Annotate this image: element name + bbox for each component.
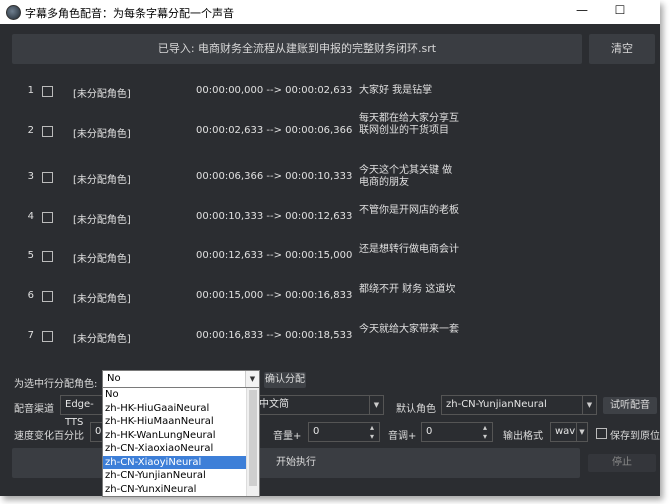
channel-label: 配音渠道 — [14, 404, 54, 415]
minimize-button[interactable]: — — [572, 3, 592, 19]
maximize-button[interactable]: ☐ — [610, 3, 630, 19]
confirm-assign-button[interactable]: 确认分配 — [264, 372, 306, 388]
row-time: 00:00:16,833 --> 00:00:18,533 — [196, 330, 353, 341]
language-value: 中文简 — [259, 399, 289, 410]
row-time: 00:00:06,366 --> 00:00:10,333 — [196, 171, 353, 182]
default-role-select[interactable]: zh-CN-YunjianNeural ▼ — [441, 395, 597, 415]
chevron-down-icon[interactable]: ▼ — [369, 396, 383, 414]
subtitle-list: 1 [未分配角色] 00:00:00,000 --> 00:00:02,633 … — [0, 70, 660, 364]
stop-button[interactable]: 停止 — [588, 454, 656, 472]
save-in-place-label: 保存到原位 — [610, 431, 660, 442]
window-title: 字幕多角色配音：为每条字幕分配一个声音 — [25, 7, 234, 20]
app-window: 字幕多角色配音：为每条字幕分配一个声音 — ☐ 已导入: 电商财务全流程从建账到… — [0, 0, 660, 497]
row-role: [未分配角色] — [73, 334, 131, 345]
row-number: 6 — [27, 290, 34, 301]
row-number: 2 — [27, 125, 34, 136]
row-role: [未分配角色] — [73, 89, 131, 100]
row-checkbox[interactable] — [42, 212, 53, 223]
format-label: 输出格式 — [503, 431, 543, 442]
clear-button[interactable]: 清空 — [589, 34, 655, 64]
row-checkbox[interactable] — [42, 331, 53, 342]
row-checkbox[interactable] — [42, 126, 53, 137]
pitch-label: 音调+ — [388, 431, 417, 442]
dropdown-option-selected[interactable]: zh-CN-XiaoyiNeural — [103, 455, 248, 469]
language-select[interactable]: 中文简 ▼ — [254, 395, 384, 415]
role-dropdown-list: No zh-HK-HiuGaaiNeural zh-HK-HiuMaanNeur… — [102, 387, 260, 497]
stepper-icon[interactable]: ▴ ▾ — [478, 423, 492, 441]
row-number: 4 — [27, 211, 34, 222]
row-time: 00:00:02,633 --> 00:00:06,366 — [196, 125, 353, 136]
row-number: 3 — [27, 171, 34, 182]
dropdown-option[interactable]: zh-HK-WanLungNeural — [103, 429, 248, 443]
row-text: 都绕不开 财务 这道坎 — [359, 284, 456, 295]
start-button[interactable]: 开始执行 — [12, 448, 580, 478]
dropdown-option[interactable]: zh-HK-HiuMaanNeural — [103, 415, 248, 429]
row-text: 今天就给大家带来一套 — [359, 324, 459, 335]
title-bar: 字幕多角色配音：为每条字幕分配一个声音 — ☐ — [0, 0, 660, 24]
row-role: [未分配角色] — [73, 294, 131, 305]
row-checkbox[interactable] — [42, 86, 53, 97]
app-logo-icon — [6, 5, 21, 20]
speed-label: 速度变化百分比 — [14, 431, 84, 442]
chevron-down-icon[interactable]: ▼ — [245, 371, 259, 387]
row-text: 还是想转行做电商会计 — [359, 244, 459, 255]
dropdown-scrollbar[interactable] — [246, 388, 259, 496]
row-time: 00:00:00,000 --> 00:00:02,633 — [196, 85, 353, 96]
volume-label: 音量+ — [273, 431, 302, 442]
row-text: 大家好 我是钻掌 — [359, 85, 433, 96]
row-number: 1 — [27, 85, 34, 96]
row-checkbox[interactable] — [42, 172, 53, 183]
row-number: 5 — [27, 250, 34, 261]
row-number: 7 — [27, 330, 34, 341]
format-value: wav — [555, 426, 576, 437]
scrollbar-thumb[interactable] — [249, 390, 257, 486]
dropdown-option[interactable]: zh-HK-HiuGaaiNeural — [103, 402, 248, 416]
row-checkbox[interactable] — [42, 251, 53, 262]
default-role-value: zh-CN-YunjianNeural — [446, 399, 547, 410]
assign-role-select[interactable]: No ▼ — [102, 370, 260, 388]
row-text: 今天这个尤其关键 做电商的朋友 — [359, 165, 453, 188]
row-role: [未分配角色] — [73, 129, 131, 140]
dropdown-option[interactable]: No — [103, 388, 248, 402]
dropdown-option[interactable]: zh-CN-XiaoxiaoNeural — [103, 442, 248, 456]
chevron-down-icon[interactable]: ▼ — [576, 423, 587, 441]
save-in-place-checkbox[interactable] — [596, 428, 607, 439]
dropdown-option[interactable]: zh-CN-YunxiNeural — [103, 483, 248, 497]
pitch-input[interactable]: 0 ▴ ▾ — [421, 422, 493, 442]
row-role: [未分配角色] — [73, 215, 131, 226]
row-time: 00:00:12,633 --> 00:00:15,000 — [196, 250, 353, 261]
row-role: [未分配角色] — [73, 254, 131, 265]
preview-button[interactable]: 试听配音 — [603, 397, 657, 414]
assign-role-value: No — [107, 373, 121, 384]
imported-file-button[interactable]: 已导入: 电商财务全流程从建账到申报的完整财务闭环.srt — [12, 34, 582, 64]
format-select[interactable]: wav ▼ — [550, 422, 588, 442]
row-role: [未分配角色] — [73, 175, 131, 186]
row-text: 每天都在给大家分享互联网创业的干货项目 — [359, 113, 459, 136]
speed-value: 0 — [95, 426, 102, 437]
pitch-value: 0 — [426, 426, 433, 437]
row-checkbox[interactable] — [42, 291, 53, 302]
volume-value: 0 — [313, 426, 320, 437]
stepper-icon[interactable]: ▴ ▾ — [365, 423, 379, 441]
channel-select[interactable]: Edge-TTS — [60, 395, 106, 428]
assign-role-label: 为选中行分配角色: — [14, 379, 98, 390]
default-role-label: 默认角色 — [396, 404, 436, 415]
row-time: 00:00:15,000 --> 00:00:16,833 — [196, 290, 353, 301]
row-text: 不管你是开网店的老板 — [359, 205, 459, 216]
dropdown-option[interactable]: zh-CN-YunjianNeural — [103, 469, 248, 483]
volume-input[interactable]: 0 ▴ ▾ — [308, 422, 380, 442]
chevron-down-icon[interactable]: ▼ — [582, 396, 596, 414]
row-time: 00:00:10,333 --> 00:00:12,633 — [196, 211, 353, 222]
